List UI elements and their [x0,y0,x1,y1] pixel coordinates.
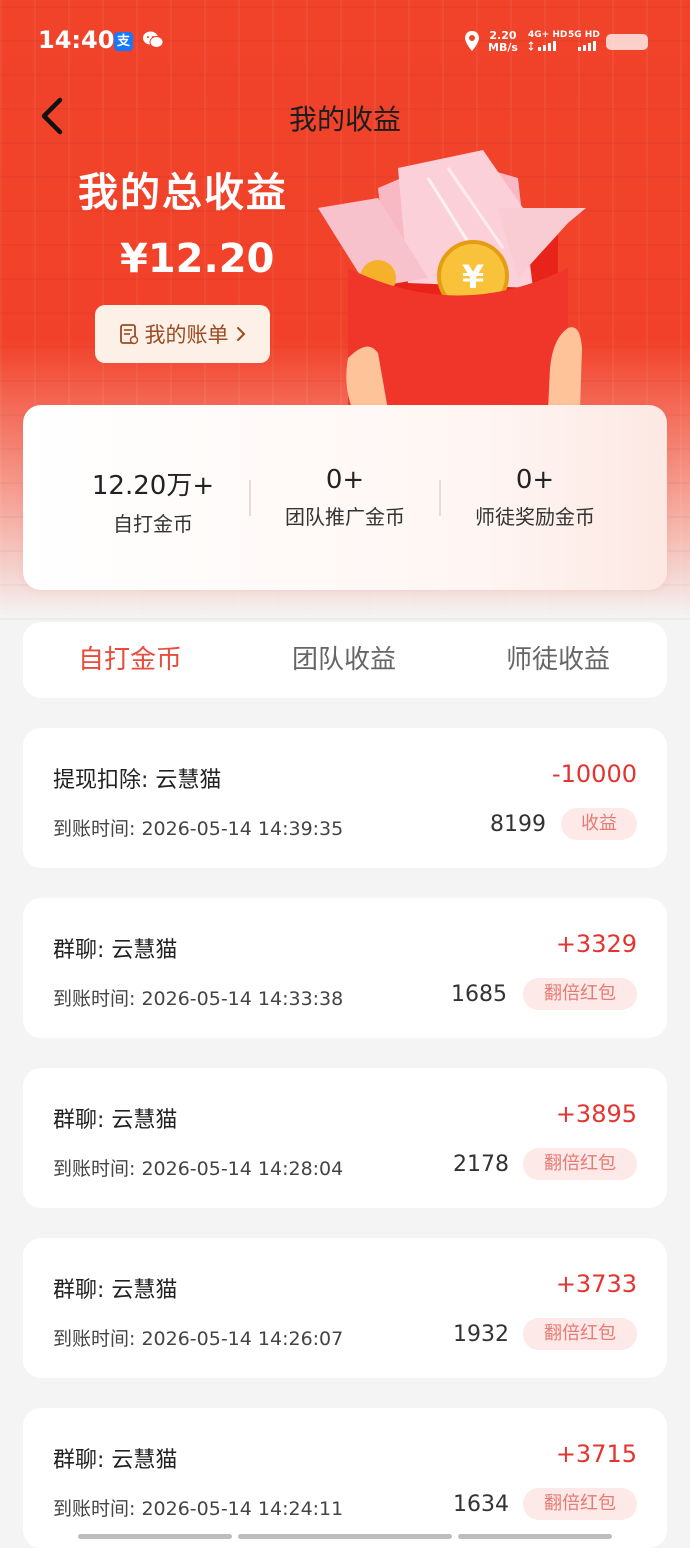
earnings-tabs: 自打金币 团队收益 师徒收益 [23,622,667,698]
stat-value: 0+ [325,465,365,495]
record-title: 群聊: 云慧猫 [53,1278,178,1303]
record-count: 2178 [453,1152,509,1177]
signal-icon-2: 5G HD [568,30,600,55]
status-bar: 14:40 支 2.20 MB/s 4G+ HD 5G HD [0,0,690,84]
record-title: 群聊: 云慧猫 [53,938,178,963]
sim2-label: 5G HD [568,30,600,40]
stat-label: 自打金币 [113,512,193,536]
list-item[interactable]: 群聊: 云慧猫 +3715 到账时间: 2026-05-14 14:24:11 … [23,1408,667,1548]
stat-value: 12.20万+ [91,471,215,501]
tab-mentor-earnings[interactable]: 师徒收益 [451,622,665,698]
scroll-indicator [78,1534,232,1539]
chevron-right-icon [236,327,245,341]
record-badge: 收益 [561,808,637,840]
record-amount: +3715 [555,1440,637,1468]
stat-label: 团队推广金币 [285,505,405,529]
total-earnings-amount: ¥12.20 [120,236,275,282]
total-earnings-title: 我的总收益 [78,170,288,216]
stat-label: 师徒奖励金币 [475,505,595,529]
record-badge: 翻倍红包 [523,1318,637,1350]
list-item[interactable]: 群聊: 云慧猫 +3895 到账时间: 2026-05-14 14:28:04 … [23,1068,667,1208]
record-count: 8199 [490,812,546,837]
summary-card: 12.20万+ 自打金币 0+ 团队推广金币 0+ 师徒奖励金币 [23,405,667,590]
record-time: 到账时间: 2026-05-14 14:33:38 [53,988,344,1010]
receipt-icon [119,324,138,345]
signal-icon: 4G+ HD [528,30,567,55]
location-icon [465,31,479,51]
list-item[interactable]: 提现扣除: 云慧猫 -10000 到账时间: 2026-05-14 14:39:… [23,728,667,868]
record-amount: +3895 [555,1100,637,1128]
record-time: 到账时间: 2026-05-14 14:28:04 [53,1158,344,1180]
wechat-icon [143,31,164,48]
tab-team-earnings[interactable]: 团队收益 [237,622,451,698]
record-count: 1685 [451,982,507,1007]
list-item[interactable]: 群聊: 云慧猫 +3329 到账时间: 2026-05-14 14:33:38 … [23,898,667,1038]
record-title: 群聊: 云慧猫 [53,1448,178,1473]
stat-value: 0+ [515,465,555,495]
record-time: 到账时间: 2026-05-14 14:39:35 [53,818,344,840]
alipay-icon: 支 [114,32,133,51]
tab-self-coins[interactable]: 自打金币 [23,622,237,698]
record-amount: +3733 [555,1270,637,1298]
stat-self-coins: 12.20万+ 自打金币 [53,465,253,537]
record-amount: -10000 [551,760,637,788]
red-envelope-illustration: ¥ [318,150,586,410]
sim1-label: 4G+ HD [528,30,568,40]
record-amount: +3329 [555,930,637,958]
record-count: 1634 [453,1492,509,1517]
record-time: 到账时间: 2026-05-14 14:24:11 [53,1498,344,1520]
signal-bars-icon [578,41,596,51]
my-bill-button[interactable]: 我的账单 [95,305,270,363]
page-title: 我的收益 [288,103,401,136]
record-time: 到账时间: 2026-05-14 14:26:07 [53,1328,344,1350]
record-badge: 翻倍红包 [523,1148,637,1180]
scroll-indicator [458,1534,612,1539]
signal-bars-icon [528,41,556,51]
svg-text:¥: ¥ [462,258,484,296]
battery-icon [606,34,648,50]
net-speed-unit: MB/s [488,41,518,54]
stat-mentor-coins: 0+ 师徒奖励金币 [435,465,635,530]
stat-team-coins: 0+ 团队推广金币 [245,465,445,530]
record-badge: 翻倍红包 [523,1488,637,1520]
record-badge: 翻倍红包 [523,978,637,1010]
record-title: 提现扣除: 云慧猫 [53,768,222,793]
my-bill-label: 我的账单 [144,323,229,347]
record-title: 群聊: 云慧猫 [53,1108,178,1133]
list-item[interactable]: 群聊: 云慧猫 +3733 到账时间: 2026-05-14 14:26:07 … [23,1238,667,1378]
network-speed: 2.20 MB/s [488,30,518,54]
status-time: 14:40 [38,26,115,54]
record-count: 1932 [453,1322,509,1347]
scroll-indicator [238,1534,452,1539]
